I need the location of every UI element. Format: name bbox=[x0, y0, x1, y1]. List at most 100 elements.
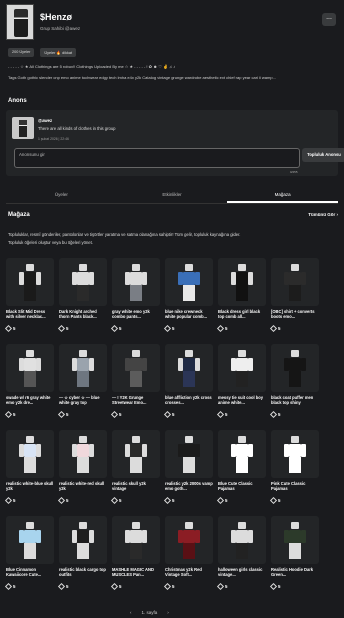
item-thumbnail[interactable] bbox=[218, 258, 266, 306]
item-name[interactable]: realistic white-red skull y2k bbox=[59, 481, 107, 492]
store-item-card[interactable]: — ! Y2K Grunge Streetwear Emo... 5 bbox=[110, 344, 160, 424]
item-thumbnail[interactable] bbox=[6, 258, 54, 306]
store-item-card[interactable]: Black Slit Mid Dress with silver necklac… bbox=[4, 258, 54, 338]
store-item-card[interactable]: Realistic Hoodie Dark Green... 5 bbox=[269, 516, 319, 596]
item-price: 5 bbox=[110, 410, 160, 419]
item-thumbnail[interactable] bbox=[271, 258, 319, 306]
item-name[interactable]: realistic black cargo top outfits bbox=[59, 567, 107, 578]
item-name[interactable]: halloween girls classic vintage... bbox=[218, 567, 266, 578]
figure-leg-right bbox=[136, 371, 142, 387]
item-price-value: 5 bbox=[66, 326, 69, 331]
store-item-card[interactable]: realistic white-blue skull y2k 5 bbox=[4, 430, 54, 510]
store-item-card[interactable]: Blue Cinnamon Kawaiicore Cute... 5 bbox=[4, 516, 54, 596]
item-thumbnail[interactable] bbox=[59, 344, 107, 392]
item-name[interactable]: Black Slit Mid Dress with silver necklac… bbox=[6, 309, 54, 320]
store-item-card[interactable]: messy tie suit cool boy anime white... 5 bbox=[216, 344, 266, 424]
shout-input[interactable]: Anonsunu gir bbox=[14, 148, 300, 168]
post-shout-button[interactable]: Topluluk Anonsu bbox=[302, 148, 344, 162]
item-name[interactable]: Black dress girl black top comb all... bbox=[218, 309, 266, 320]
store-item-card[interactable]: realistic skull y2k vintage 5 bbox=[110, 430, 160, 510]
item-name[interactable]: Dark Knight arched thorn Pants black... bbox=[59, 309, 107, 320]
item-thumbnail[interactable] bbox=[218, 516, 266, 564]
more-options-button[interactable]: ... bbox=[322, 13, 336, 26]
store-item-card[interactable]: black coat puffer men black top shiny 5 bbox=[269, 344, 319, 424]
avatar-outfit-figure bbox=[284, 522, 306, 559]
figure-head bbox=[132, 264, 140, 271]
next-page-button[interactable]: › bbox=[167, 610, 169, 615]
tab-events[interactable]: Etkinlikler bbox=[117, 186, 228, 203]
store-item-card[interactable]: blue affliction y2k cross crosses... 5 bbox=[163, 344, 213, 424]
item-name[interactable]: MASHLE MAGIC AND MUSCLES Pan... bbox=[112, 567, 160, 578]
figure-torso bbox=[77, 272, 89, 285]
item-name[interactable]: blue nike crewneck white popular comb... bbox=[165, 309, 213, 320]
item-name[interactable]: Christmas y2k Red Vintage Soft... bbox=[165, 567, 213, 578]
store-item-card[interactable]: swade w/ r6 gray white emo y2k dre... 5 bbox=[4, 344, 54, 424]
figure-head bbox=[79, 522, 87, 529]
group-description-line2: Tags Goth gothic slender cnp emo anime t… bbox=[8, 75, 276, 80]
item-name[interactable]: realistic white-blue skull y2k bbox=[6, 481, 54, 492]
store-item-card[interactable]: [OBC] shirt + converts boots emo... 5 bbox=[269, 258, 319, 338]
item-name[interactable]: — ! Y2K Grunge Streetwear Emo... bbox=[112, 395, 160, 406]
item-thumbnail[interactable] bbox=[165, 258, 213, 306]
figure-arm-right bbox=[36, 444, 41, 457]
item-name[interactable]: — ☆ cyber ☆ — blue white gray top bbox=[59, 395, 107, 406]
item-name[interactable]: Blue Cinnamon Kawaiicore Cute... bbox=[6, 567, 54, 578]
item-thumbnail[interactable] bbox=[271, 344, 319, 392]
store-item-card[interactable]: MASHLE MAGIC AND MUSCLES Pan... 5 bbox=[110, 516, 160, 596]
item-thumbnail[interactable] bbox=[6, 430, 54, 478]
tab-members[interactable]: Üyeler bbox=[6, 186, 117, 203]
store-item-card[interactable]: Dark Knight arched thorn Pants black... 5 bbox=[57, 258, 107, 338]
see-all-link[interactable]: Tümünü Gör › bbox=[308, 212, 338, 217]
item-thumbnail[interactable] bbox=[6, 344, 54, 392]
store-item-card[interactable]: realistic black cargo top outfits 5 bbox=[57, 516, 107, 596]
store-item-card[interactable]: realistic y2k 2000s vamp emo goth... 5 bbox=[163, 430, 213, 510]
item-name[interactable]: Pink Cute Classic Pajamas bbox=[271, 481, 319, 492]
item-name[interactable]: realistic skull y2k vintage bbox=[112, 481, 160, 492]
store-item-card[interactable]: Christmas y2k Red Vintage Soft... 5 bbox=[163, 516, 213, 596]
store-item-card[interactable]: Blue Cute Classic Pajamas 5 bbox=[216, 430, 266, 510]
item-name[interactable]: gray white emo y2k combo pants... bbox=[112, 309, 160, 320]
group-owner[interactable]: Grup Sahibi @awez bbox=[40, 26, 80, 31]
item-name[interactable]: realistic y2k 2000s vamp emo goth... bbox=[165, 481, 213, 492]
robux-icon bbox=[110, 410, 119, 419]
tab-store[interactable]: Mağaza bbox=[227, 186, 339, 203]
item-thumbnail[interactable] bbox=[218, 344, 266, 392]
item-thumbnail[interactable] bbox=[271, 516, 319, 564]
figure-torso bbox=[130, 530, 142, 543]
item-name[interactable]: black coat puffer men black top shiny bbox=[271, 395, 319, 406]
item-thumbnail[interactable] bbox=[112, 516, 160, 564]
item-thumbnail[interactable] bbox=[112, 344, 160, 392]
store-item-card[interactable]: — ☆ cyber ☆ — blue white gray top 5 bbox=[57, 344, 107, 424]
item-thumbnail[interactable] bbox=[59, 516, 107, 564]
figure-arm-right bbox=[301, 530, 306, 543]
store-item-card[interactable]: halloween girls classic vintage... 5 bbox=[216, 516, 266, 596]
store-description-line2[interactable]: Topluluk öğeleri oluştur veya bu öğeleri… bbox=[8, 239, 338, 247]
item-name[interactable]: blue affliction y2k cross crosses... bbox=[165, 395, 213, 406]
item-thumbnail[interactable] bbox=[271, 430, 319, 478]
item-thumbnail[interactable] bbox=[6, 516, 54, 564]
item-name[interactable]: [OBC] shirt + converts boots emo... bbox=[271, 309, 319, 320]
group-icon-image[interactable] bbox=[6, 4, 34, 40]
store-item-card[interactable]: Pink Cute Classic Pajamas 5 bbox=[269, 430, 319, 510]
group-header: $Henzø Grup Sahibi @awez ... bbox=[6, 4, 338, 44]
item-name[interactable]: Blue Cute Classic Pajamas bbox=[218, 481, 266, 492]
item-thumbnail[interactable] bbox=[165, 516, 213, 564]
avatar[interactable] bbox=[12, 117, 34, 139]
item-thumbnail[interactable] bbox=[112, 430, 160, 478]
item-thumbnail[interactable] bbox=[59, 258, 107, 306]
shout-poster[interactable]: @awez bbox=[38, 118, 52, 123]
item-thumbnail[interactable] bbox=[165, 344, 213, 392]
item-name[interactable]: swade w/ r6 gray white emo y2k dre... bbox=[6, 395, 54, 406]
item-name[interactable]: Realistic Hoodie Dark Green... bbox=[271, 567, 319, 578]
item-price: 5 bbox=[163, 324, 213, 333]
item-thumbnail[interactable] bbox=[165, 430, 213, 478]
prev-page-button[interactable]: ‹ bbox=[130, 610, 132, 615]
item-thumbnail[interactable] bbox=[112, 258, 160, 306]
item-thumbnail[interactable] bbox=[59, 430, 107, 478]
store-item-card[interactable]: blue nike crewneck white popular comb...… bbox=[163, 258, 213, 338]
store-item-card[interactable]: gray white emo y2k combo pants... 5 bbox=[110, 258, 160, 338]
item-name[interactable]: messy tie suit cool boy anime white... bbox=[218, 395, 266, 406]
store-item-card[interactable]: realistic white-red skull y2k 5 bbox=[57, 430, 107, 510]
item-thumbnail[interactable] bbox=[218, 430, 266, 478]
store-item-card[interactable]: Black dress girl black top comb all... 5 bbox=[216, 258, 266, 338]
